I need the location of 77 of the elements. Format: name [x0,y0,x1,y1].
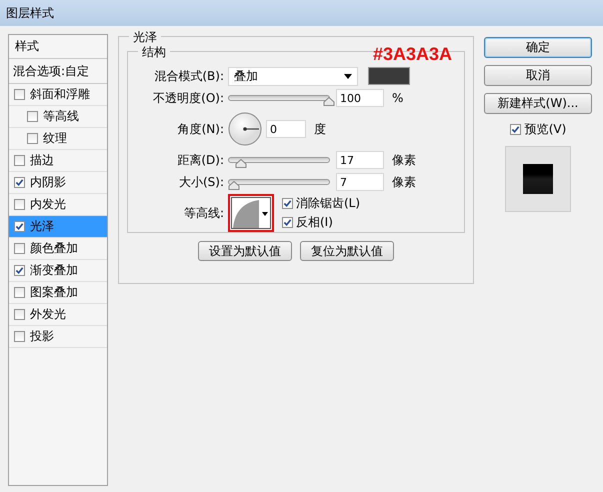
item-label: 外发光 [30,306,66,323]
item-label: 光泽 [30,218,54,235]
contour-picker[interactable] [228,194,274,232]
list-item[interactable]: 斜面和浮雕 [9,84,107,106]
checkbox[interactable] [14,155,25,166]
item-label: 渐变叠加 [30,262,78,279]
list-item[interactable]: 颜色叠加 [9,238,107,260]
list-header: 样式 [9,35,107,59]
blend-mode-dropdown[interactable]: 叠加 [228,66,358,86]
slider-thumb[interactable] [228,181,240,190]
slider-thumb[interactable] [235,159,247,168]
dialog-button[interactable]: 新建样式(W)... [484,93,592,114]
field-label: 不透明度(O): [152,90,225,106]
default-button[interactable]: 复位为默认值 [300,241,394,261]
angle-dial[interactable] [228,112,262,146]
checkbox[interactable] [14,177,25,188]
caret-icon [262,212,268,216]
contour-curve-icon [233,200,259,228]
item-label: 等高线 [43,108,79,125]
slider-thumb[interactable] [323,97,335,106]
checkbox[interactable] [510,124,521,135]
unit-label: % [392,91,404,105]
checkbox-label: 反相(I) [296,214,333,231]
checkbox[interactable] [14,199,25,210]
angle-input[interactable]: 0 [266,120,306,138]
checkbox[interactable] [14,309,25,320]
group-title: 光泽 [129,29,161,46]
checkbox[interactable] [14,265,25,276]
checkbox-label: 消除锯齿(L) [296,195,360,212]
item-label: 颜色叠加 [30,240,78,257]
checkbox-label: 预览(V) [524,121,566,138]
list-item[interactable]: 渐变叠加 [9,260,107,282]
value-input[interactable]: 17 [336,151,384,169]
checkbox[interactable] [14,243,25,254]
list-item[interactable]: 图案叠加 [9,282,107,304]
preview-thumbnail [505,146,571,212]
checkbox[interactable] [27,111,38,122]
item-label: 内阴影 [30,174,66,191]
checkbox[interactable] [27,133,38,144]
field-label: 等高线: [182,204,225,222]
caret-icon [344,74,352,78]
value-input[interactable]: 7 [336,173,384,191]
list-item[interactable]: 纹理 [9,128,107,150]
unit-label: 度 [314,120,326,138]
list-item[interactable]: 混合选项:自定 [9,59,107,84]
dialog-button[interactable]: 确定 [484,37,592,58]
checkbox[interactable] [14,331,25,342]
field-label: 大小(S): [178,174,225,190]
checkbox[interactable] [282,198,293,209]
unit-label: 像素 [392,174,416,190]
list-item[interactable]: 等高线 [9,106,107,128]
annotation-text: #3A3A3A [372,44,452,65]
dialog-button[interactable]: 取消 [484,65,592,86]
opacity-input[interactable]: 100 [336,89,384,107]
item-label: 描边 [30,152,54,169]
item-label: 内发光 [30,196,66,213]
field-label: 距离(D): [176,152,225,168]
window-title: 图层样式 [6,4,54,22]
list-item[interactable]: 内阴影 [9,172,107,194]
color-swatch[interactable] [368,67,410,85]
group-title: 结构 [138,44,170,61]
item-label: 图案叠加 [30,284,78,301]
default-button[interactable]: 设置为默认值 [198,241,292,261]
list-item[interactable]: 描边 [9,150,107,172]
checkbox[interactable] [14,287,25,298]
field-label: 角度(N): [176,120,225,138]
list-item[interactable]: 光泽 [9,216,107,238]
field-label: 混合模式(B): [153,68,225,84]
checkbox[interactable] [14,89,25,100]
item-label: 斜面和浮雕 [30,86,90,103]
checkbox[interactable] [14,221,25,232]
item-label: 投影 [30,328,54,345]
list-item[interactable]: 外发光 [9,304,107,326]
item-label: 纹理 [43,130,67,147]
checkbox[interactable] [282,217,293,228]
list-item[interactable]: 投影 [9,326,107,348]
unit-label: 像素 [392,152,416,168]
